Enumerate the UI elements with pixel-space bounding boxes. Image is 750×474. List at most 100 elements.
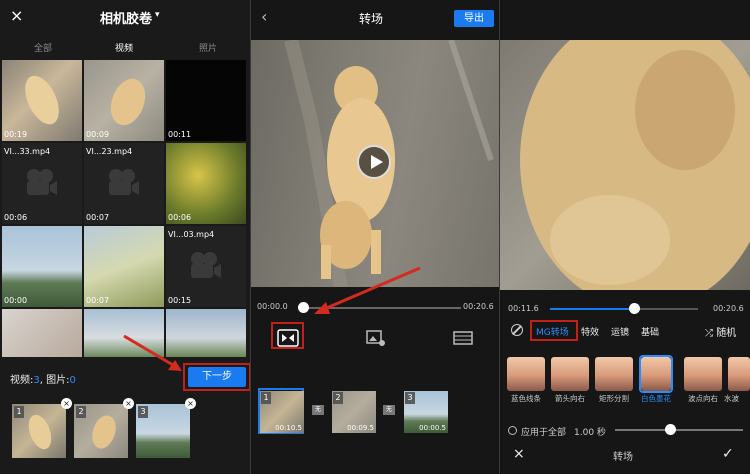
seek-handle[interactable] (629, 303, 640, 314)
shuffle-icon: ⤮ (705, 328, 713, 339)
film-icon[interactable] (451, 328, 475, 348)
dog-image (520, 40, 750, 290)
timeline-clip[interactable]: 3 00:00.5 (404, 391, 448, 433)
export-button[interactable]: 导出 (454, 10, 494, 27)
back-icon[interactable]: ‹ (261, 7, 267, 26)
clip-index: 1 (14, 406, 24, 418)
selection-count: 视频:3, 图片:0 (10, 371, 76, 386)
media-tabs: 全部 视频 照片 (0, 36, 250, 58)
play-button[interactable] (357, 145, 391, 179)
add-image-icon[interactable] (363, 328, 387, 348)
seek-track[interactable] (303, 307, 461, 309)
next-step-button[interactable]: 下一步 (188, 367, 246, 387)
effect-label: 矩形分割 (599, 394, 629, 403)
cancel-icon[interactable]: × (513, 446, 525, 462)
clip-duration: 00:00.5 (419, 424, 446, 432)
media-cell[interactable]: VI...23.mp4 00:07 (84, 143, 164, 224)
effect-label: 波点向右 (688, 394, 718, 403)
selected-clip[interactable]: 3 (136, 404, 190, 458)
duration-label: 00:06 (168, 213, 192, 222)
bottom-title: 转场 (613, 452, 633, 463)
timeline-clip[interactable]: 1 00:10.5 (260, 391, 304, 433)
time-total: 00:20.6 (713, 304, 744, 313)
selected-clip[interactable]: 1 (12, 404, 66, 458)
effect-label: 蓝色线条 (511, 394, 541, 403)
apply-all-radio[interactable] (508, 426, 517, 435)
random-button[interactable]: ⤮ 随机 (705, 324, 736, 339)
video-preview[interactable] (500, 40, 750, 290)
video-placeholder-icon (109, 169, 139, 195)
transition-panel: 00:11.6 00:20.6 MG转场 特效 运镜 基础 ⤮ 随机 蓝色线条 … (500, 0, 750, 474)
effect-label: 白色墨花 (641, 394, 671, 403)
remove-icon[interactable]: × (185, 398, 196, 409)
time-current: 00:11.6 (508, 304, 539, 313)
effect-thumbnail[interactable] (728, 357, 750, 391)
clip-index: 1 (261, 392, 271, 404)
editor-panel: ‹ 转场 导出 00:00.0 00:20.6 1 00:10.5 无 2 00… (251, 0, 499, 474)
media-cell[interactable]: 00:07 (84, 226, 164, 307)
duration-label: 00:07 (86, 213, 110, 222)
video-preview[interactable] (251, 40, 499, 287)
remove-icon[interactable]: × (61, 398, 72, 409)
close-icon[interactable]: × (10, 6, 23, 25)
effect-thumbnail[interactable] (684, 357, 722, 391)
editor-header: ‹ 转场 导出 (251, 0, 499, 38)
media-cell[interactable] (84, 309, 164, 357)
media-cell[interactable] (166, 309, 246, 357)
media-cell[interactable] (2, 309, 82, 357)
media-cell[interactable]: 00:06 (166, 143, 246, 224)
category-camera[interactable]: 运镜 (611, 325, 629, 338)
duration-label: 00:00 (4, 296, 28, 305)
tab-all[interactable]: 全部 (34, 41, 52, 54)
image-count-label: , 图片: (39, 375, 70, 386)
video-count-label: 视频: (10, 375, 34, 386)
media-cell[interactable]: 00:00 (2, 226, 82, 307)
selected-clip[interactable]: 2 (74, 404, 128, 458)
gallery-panel: × 相机胶卷 ▾ 全部 视频 照片 00:19 00:09 00:11 VI..… (0, 0, 250, 474)
media-cell[interactable]: 00:09 (84, 60, 164, 141)
page-title: 转场 (359, 12, 384, 26)
clip-index: 2 (333, 392, 343, 404)
duration-slider[interactable] (615, 429, 743, 431)
clip-duration: 00:09.5 (347, 424, 374, 432)
effect-thumbnail[interactable] (551, 357, 589, 391)
effect-label: 箭头向右 (555, 394, 585, 403)
bottom-bar: × 转场 ✓ (500, 440, 750, 474)
filename-label: VI...33.mp4 (4, 147, 51, 156)
confirm-icon[interactable]: ✓ (722, 446, 734, 462)
dog-thumbnail (110, 78, 146, 126)
image-count: 0 (69, 375, 76, 386)
duration-label: 00:11 (168, 130, 192, 139)
effect-thumbnail[interactable] (595, 357, 633, 391)
clip-index: 3 (138, 406, 148, 418)
seek-progress (550, 308, 634, 310)
none-icon[interactable] (511, 324, 523, 336)
category-basic[interactable]: 基础 (641, 325, 659, 338)
effect-thumbnail[interactable] (641, 357, 671, 391)
media-cell[interactable]: 00:19 (2, 60, 82, 141)
seek-handle[interactable] (298, 302, 309, 313)
duration-label: 00:06 (4, 213, 28, 222)
timeline-clip[interactable]: 2 00:09.5 (332, 391, 376, 433)
effect-thumbnail[interactable] (507, 357, 545, 391)
tab-photo[interactable]: 照片 (199, 41, 217, 54)
category-effects[interactable]: 特效 (581, 325, 599, 338)
album-title[interactable]: 相机胶卷 (100, 8, 152, 27)
transition-marker[interactable]: 无 (312, 405, 324, 415)
filename-label: VI...03.mp4 (168, 230, 215, 239)
apply-all-label[interactable]: 应用于全部 (521, 425, 566, 438)
duration-label: 00:07 (86, 296, 110, 305)
tab-video[interactable]: 视频 (115, 41, 133, 54)
media-cell[interactable]: 00:11 (166, 60, 246, 141)
duration-slider-handle[interactable] (665, 424, 676, 435)
video-placeholder-icon (191, 252, 221, 278)
media-cell[interactable]: VI...03.mp4 00:15 (166, 226, 246, 307)
category-mg[interactable]: MG转场 (536, 325, 569, 338)
duration-label: 00:09 (86, 130, 110, 139)
chevron-down-icon[interactable]: ▾ (155, 10, 160, 20)
transition-marker[interactable]: 无 (383, 405, 395, 415)
transition-icon[interactable] (276, 328, 300, 348)
filename-label: VI...23.mp4 (86, 147, 133, 156)
media-cell[interactable]: VI...33.mp4 00:06 (2, 143, 82, 224)
remove-icon[interactable]: × (123, 398, 134, 409)
